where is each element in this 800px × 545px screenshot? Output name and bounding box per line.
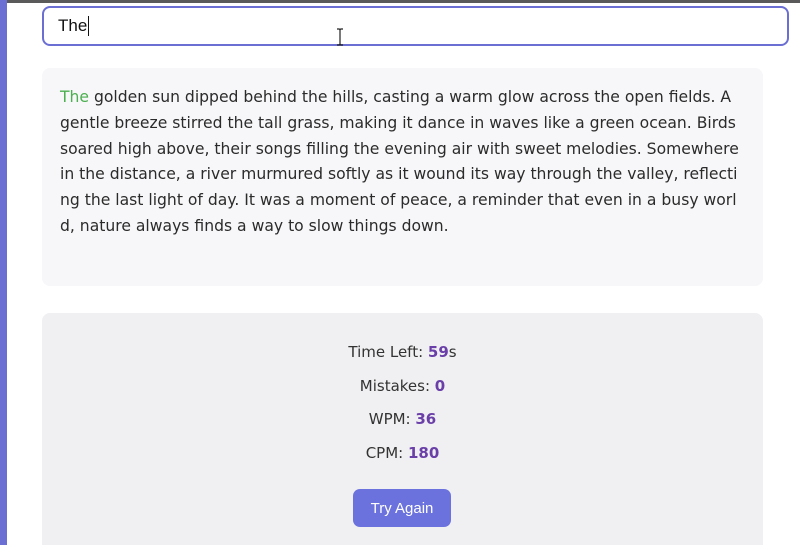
try-again-button[interactable]: Try Again: [353, 489, 451, 527]
cpm-stat: CPM: 180: [42, 444, 763, 462]
mistakes-value: 0: [434, 377, 446, 395]
mistakes-stat: Mistakes: 0: [42, 377, 763, 395]
passage-typed-text: The: [60, 88, 90, 106]
passage-remaining-text: golden sun dipped behind the hills, cast…: [60, 88, 739, 235]
wpm-value: 36: [415, 410, 437, 428]
cpm-label: CPM:: [365, 444, 408, 462]
text-caret: [88, 16, 90, 36]
time-left-value: 59: [427, 343, 449, 361]
passage-card: The golden sun dipped behind the hills, …: [42, 68, 763, 286]
ibeam-cursor-icon: [337, 28, 343, 46]
passage-text: The golden sun dipped behind the hills, …: [60, 85, 745, 240]
mistakes-label: Mistakes:: [359, 377, 435, 395]
top-edge-bar: [7, 0, 800, 3]
typing-input-value[interactable]: The: [58, 16, 87, 36]
wpm-label: WPM:: [368, 410, 416, 428]
time-left-label: Time Left:: [348, 343, 428, 361]
cpm-value: 180: [407, 444, 440, 462]
time-left-stat: Time Left: 59s: [42, 343, 763, 361]
time-left-unit: s: [448, 343, 457, 361]
wpm-stat: WPM: 36: [42, 410, 763, 428]
typing-input[interactable]: The: [42, 6, 789, 46]
stats-card: Time Left: 59s Mistakes: 0 WPM: 36 CPM: …: [42, 313, 763, 545]
left-accent-bar: [0, 0, 7, 545]
